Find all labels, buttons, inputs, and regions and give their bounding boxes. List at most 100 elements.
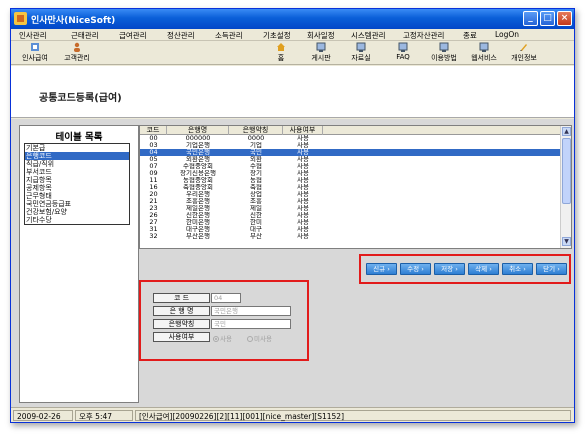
table-row[interactable]: 20 우리은행 상업 사용	[140, 191, 561, 198]
menu-insa[interactable]: 인사관리	[19, 30, 47, 41]
scroll-up-icon[interactable]: ▲	[562, 127, 571, 136]
menu-bar: 인사관리 근태관리 급여관리 정산관리 소득관리 기초설정 회사일정 시스템관리…	[11, 29, 574, 41]
toolbar-home[interactable]: 홈	[271, 42, 291, 63]
column-header-code[interactable]: 코드	[140, 126, 167, 135]
archive-icon	[356, 42, 366, 52]
cell-bank-name: 농협중앙회	[183, 177, 213, 184]
grid-scrollbar[interactable]: ▲ ▼	[560, 126, 571, 248]
table-row[interactable]: 31 대구은행 대구 사용	[140, 226, 561, 233]
menu-income[interactable]: 소득관리	[215, 30, 243, 41]
column-header-use-flag[interactable]: 사용여부	[283, 126, 323, 135]
table-row[interactable]: 23 제일은행 제일 사용	[140, 205, 561, 212]
title-bar[interactable]: 인사만사(NiceSoft) _ □ ×	[11, 9, 574, 29]
cell-code: 11	[149, 177, 158, 184]
cell-bank-name: 기업은행	[186, 142, 210, 149]
menu-system[interactable]: 시스템관리	[351, 30, 386, 41]
table-list-item[interactable]: 건강보험/요양	[25, 208, 129, 216]
minimize-button[interactable]: _	[523, 11, 538, 26]
toolbar-faq[interactable]: FAQ	[391, 42, 415, 61]
table-row[interactable]: 07 수협중앙회 수협 사용	[140, 163, 561, 170]
toolbar-insa-salary[interactable]: 인사급여	[17, 42, 53, 63]
table-list-item[interactable]: 근무형태	[25, 192, 129, 200]
cell-code: 05	[149, 156, 158, 163]
cell-bank-name: 조흥은행	[186, 198, 210, 205]
table-list-item[interactable]: 부서코드	[25, 168, 129, 176]
cell-bank-abbr: 외환	[250, 156, 262, 163]
column-header-bank-abbr[interactable]: 은행약칭	[229, 126, 283, 135]
menu-schedule[interactable]: 회사일정	[307, 30, 335, 41]
cell-code: 20	[149, 191, 158, 198]
menu-fixed-assets[interactable]: 고정자산관리	[403, 30, 444, 41]
bank-abbr-field[interactable]: 국민	[211, 319, 291, 329]
cell-bank-name: 축협중앙회	[183, 184, 213, 191]
table-row[interactable]: 16 축협중앙회 축협 사용	[140, 184, 561, 191]
scroll-down-icon[interactable]: ▼	[562, 237, 571, 246]
column-header-bank-name[interactable]: 은행명	[167, 126, 229, 135]
table-row[interactable]: 27 한미은행 한미 사용	[140, 219, 561, 226]
table-list-item[interactable]: 은행코드	[25, 152, 129, 160]
delete-button[interactable]: 삭제 ›	[468, 263, 499, 275]
cell-code: 26	[149, 212, 158, 219]
use-radio[interactable]: 사용	[213, 333, 232, 343]
close-button[interactable]: ×	[557, 11, 572, 26]
menu-exit[interactable]: 종료	[463, 30, 477, 41]
toolbar-customer[interactable]: 고객관리	[59, 42, 95, 63]
cell-bank-abbr: 축협	[250, 184, 262, 191]
new-button[interactable]: 신규 ›	[366, 263, 397, 275]
cell-bank-abbr: 기업	[250, 142, 262, 149]
toolbar-board[interactable]: 게시판	[307, 42, 335, 63]
toolbar-howto[interactable]: 이용방법	[427, 42, 461, 63]
nonuse-radio[interactable]: 미사용	[247, 333, 272, 343]
menu-logon[interactable]: LogOn	[495, 30, 519, 39]
table-list-item[interactable]: 기본급	[25, 144, 129, 152]
table-row[interactable]: 03 기업은행 기업 사용	[140, 142, 561, 149]
cell-use-flag: 사용	[297, 198, 309, 205]
cell-code: 32	[149, 233, 158, 240]
close-form-button[interactable]: 닫기 ›	[536, 263, 567, 275]
board-icon	[316, 42, 326, 52]
table-row[interactable]: 11 농협중앙회 농협 사용	[140, 177, 561, 184]
table-list-item[interactable]: 국민연금등급표	[25, 200, 129, 208]
table-row[interactable]: 05 외환은행 외환 사용	[140, 156, 561, 163]
cell-bank-name: 장기신용은행	[180, 170, 216, 177]
cell-use-flag: 사용	[297, 170, 309, 177]
status-date: 2009-02-26	[13, 410, 73, 421]
table-row[interactable]: 04 국민은행 국민 사용	[140, 149, 561, 156]
edit-button[interactable]: 수정 ›	[400, 263, 431, 275]
cell-bank-abbr: 조흥	[250, 198, 262, 205]
code-field[interactable]: 04	[211, 293, 241, 303]
table-row[interactable]: 32 부산은행 부산 사용	[140, 233, 561, 240]
menu-salary[interactable]: 급여관리	[119, 30, 147, 41]
table-row[interactable]: 00 000000 0000 사용	[140, 135, 561, 142]
menu-settlement[interactable]: 정산관리	[167, 30, 195, 41]
toolbar-webservice[interactable]: 웹서비스	[467, 42, 501, 63]
cell-bank-name: 우리은행	[186, 191, 210, 198]
toolbar-profile[interactable]: 개인정보	[507, 42, 541, 63]
toolbar-archive[interactable]: 자료실	[347, 42, 375, 63]
cell-use-flag: 사용	[297, 205, 309, 212]
table-row[interactable]: 21 조흥은행 조흥 사용	[140, 198, 561, 205]
scroll-thumb[interactable]	[562, 138, 571, 204]
save-button[interactable]: 저장 ›	[434, 263, 465, 275]
maximize-button[interactable]: □	[540, 11, 555, 26]
table-list-item[interactable]: 직급/직위	[25, 160, 129, 168]
cell-use-flag: 사용	[297, 226, 309, 233]
home-icon	[277, 43, 285, 51]
menu-geuntae[interactable]: 근태관리	[71, 30, 99, 41]
cancel-button[interactable]: 취소 ›	[502, 263, 533, 275]
table-list-item[interactable]: 공제항목	[25, 184, 129, 192]
cell-code: 27	[149, 219, 158, 226]
bank-name-field[interactable]: 국민은행	[211, 306, 291, 316]
table-row[interactable]: 09 장기신용은행 장기 사용	[140, 170, 561, 177]
grid-header: 코드 은행명 은행약칭 사용여부	[140, 126, 561, 135]
cell-use-flag: 사용	[297, 191, 309, 198]
cell-bank-abbr: 상업	[250, 191, 262, 198]
table-list[interactable]: 기본급 은행코드 직급/직위 부서코드 지급항목 공제항목 근무형태 국민연금등급표 건강보험/…	[24, 143, 130, 225]
cell-code: 23	[149, 205, 158, 212]
table-list-item[interactable]: 기타수당	[25, 216, 129, 224]
menu-base-settings[interactable]: 기초설정	[263, 30, 291, 41]
table-list-item[interactable]: 지급항목	[25, 176, 129, 184]
webservice-icon	[479, 42, 489, 52]
table-row[interactable]: 26 신한은행 신한 사용	[140, 212, 561, 219]
toolbar-faq-label: FAQ	[396, 53, 410, 61]
